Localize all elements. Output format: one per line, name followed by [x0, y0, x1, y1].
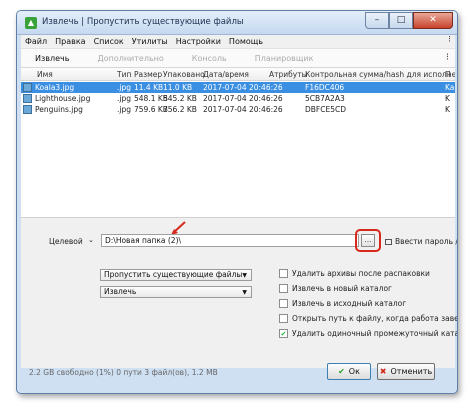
file-list: Имя Тип Размер Упаковано Дата/время Атри…	[21, 68, 455, 218]
minimize-button[interactable]: –	[365, 12, 389, 29]
close-icon: ✖	[379, 367, 387, 376]
file-packed: 11.0 KB	[163, 83, 193, 92]
app-icon: ▲	[25, 17, 37, 29]
option-label: Извлечь в новый каталог	[292, 284, 392, 293]
check-icon: ✔	[338, 367, 345, 376]
lock-icon	[385, 239, 392, 245]
file-type: .jpg	[117, 105, 131, 114]
column-packed[interactable]: Упаковано	[163, 70, 205, 79]
column-attributes[interactable]: Атрибуты	[269, 70, 308, 79]
file-type: .jpg	[117, 83, 131, 92]
maximize-button[interactable]: □	[389, 12, 413, 29]
password-label: Ввести пароль / выбра	[395, 237, 458, 246]
status-bar: 2.2 GB свободно (1%) 0 пути 3 файл(ов), …	[29, 368, 218, 377]
table-row[interactable]: Lighthouse.jpg .jpg 548.1 KB 545.2 KB 20…	[21, 93, 455, 104]
target-label: Целевой	[49, 237, 83, 246]
file-extra: K	[445, 105, 450, 114]
image-file-icon	[23, 94, 32, 103]
table-row[interactable]: Koala3.jpg .jpg 11.4 KB 11.0 KB 2017-07-…	[21, 82, 455, 93]
toolbar: Извлечь Дополнительно Консоль Планировщи…	[21, 48, 455, 68]
menu-list[interactable]: Список	[90, 37, 128, 46]
column-extra[interactable]: П	[445, 70, 451, 79]
highlight-box	[355, 229, 381, 252]
checkbox[interactable]	[279, 269, 288, 278]
checkbox[interactable]	[279, 314, 288, 323]
menu-help[interactable]: Помощь	[225, 37, 267, 46]
ok-label: Ок	[348, 367, 360, 376]
target-dropdown-icon[interactable]: ⌄	[88, 236, 94, 244]
option-source-folder[interactable]: Извлечь в исходный каталог	[279, 298, 406, 309]
checkbox[interactable]	[279, 284, 288, 293]
action-value: Извлечь	[104, 287, 137, 296]
option-label: Открыть путь к файлу, когда работа завер…	[292, 314, 458, 323]
menu-more-icon[interactable]: ⁝	[448, 35, 451, 45]
tab-advanced[interactable]: Дополнительно	[83, 54, 177, 63]
tab-scheduler[interactable]: Планировщик	[241, 54, 328, 63]
extract-dialog-window: ▲ Извлечь | Пропустить существующие файл…	[16, 10, 458, 394]
menu-tools[interactable]: Утилиты	[128, 37, 172, 46]
file-name: Lighthouse.jpg	[35, 94, 91, 103]
chevron-down-icon: ▼	[242, 289, 247, 296]
password-option[interactable]: Ввести пароль / выбра	[385, 237, 458, 246]
cancel-label: Отменить	[390, 367, 433, 376]
menu-file[interactable]: Файл	[21, 37, 51, 46]
file-extra: Ka	[445, 83, 455, 92]
title-bar[interactable]: ▲ Извлечь | Пропустить существующие файл…	[17, 11, 457, 35]
file-type: .jpg	[117, 94, 131, 103]
option-label: Извлечь в исходный каталог	[292, 299, 407, 308]
target-path-input[interactable]: D:\Новая папка (2)\	[101, 234, 359, 247]
close-button[interactable]: ✕	[413, 12, 453, 29]
file-name: Penguins.jpg	[35, 105, 83, 114]
file-date: 2017-07-04 20:46:26	[203, 105, 283, 114]
option-label: Удалить архивы после распаковки	[292, 269, 430, 278]
option-open-path[interactable]: Открыть путь к файлу, когда работа завер…	[279, 313, 458, 324]
window-title: Извлечь | Пропустить существующие файлы	[42, 17, 244, 27]
toolbar-more-icon[interactable]: ⁝	[446, 52, 449, 63]
ok-button[interactable]: ✔ Ок	[327, 363, 371, 380]
action-select[interactable]: Извлечь ▼	[100, 286, 252, 298]
tab-extract[interactable]: Извлечь	[21, 54, 83, 63]
overwrite-mode-select[interactable]: Пропустить существующие файлы ▼	[100, 269, 252, 281]
overwrite-mode-value: Пропустить существующие файлы	[104, 270, 243, 279]
file-packed: 545.2 KB	[163, 94, 197, 103]
option-new-folder[interactable]: Извлечь в новый каталог	[279, 283, 392, 294]
menu-edit[interactable]: Правка	[51, 37, 89, 46]
column-hash[interactable]: Контрольная сумма/hash для исполнения	[305, 70, 455, 79]
option-label: Удалить одиночный промежуточный каталог …	[292, 329, 457, 338]
column-type[interactable]: Тип	[117, 70, 131, 79]
file-date: 2017-07-04 20:46:26	[203, 94, 283, 103]
file-hash: DBFCE5CD	[305, 105, 346, 114]
menu-bar: Файл Правка Список Утилиты Настройки Пом…	[21, 35, 455, 48]
chevron-down-icon: ▼	[242, 272, 247, 279]
file-extra: K	[445, 94, 450, 103]
file-list-header: Имя Тип Размер Упаковано Дата/время Атри…	[21, 68, 455, 81]
option-remove-single-folder[interactable]: ✔ Удалить одиночный промежуточный каталог…	[279, 328, 457, 339]
image-file-icon	[23, 83, 32, 92]
image-file-icon	[23, 105, 32, 114]
menu-settings[interactable]: Настройки	[172, 37, 225, 46]
file-hash: F16DC406	[305, 83, 345, 92]
table-row[interactable]: Penguins.jpg .jpg 759.6 KB 756.2 KB 2017…	[21, 104, 455, 115]
window-controls: – □ ✕	[365, 12, 453, 29]
column-name[interactable]: Имя	[37, 70, 53, 79]
tab-console[interactable]: Консоль	[178, 54, 241, 63]
file-size: 11.4 KB	[134, 83, 164, 92]
column-date[interactable]: Дата/время	[203, 70, 249, 79]
cancel-button[interactable]: ✖ Отменить	[377, 363, 435, 380]
file-name: Koala3.jpg	[35, 83, 75, 92]
file-date: 2017-07-04 20:46:26	[203, 83, 283, 92]
checkbox[interactable]	[279, 299, 288, 308]
checkbox-checked[interactable]: ✔	[279, 329, 288, 338]
file-hash: 5CB7A2A3	[305, 94, 345, 103]
file-packed: 756.2 KB	[163, 105, 197, 114]
options-panel: Целевой ⌄ D:\Новая папка (2)\ ... Ввести…	[21, 218, 458, 368]
column-size[interactable]: Размер	[134, 70, 162, 79]
option-delete-archives[interactable]: Удалить архивы после распаковки	[279, 268, 430, 279]
